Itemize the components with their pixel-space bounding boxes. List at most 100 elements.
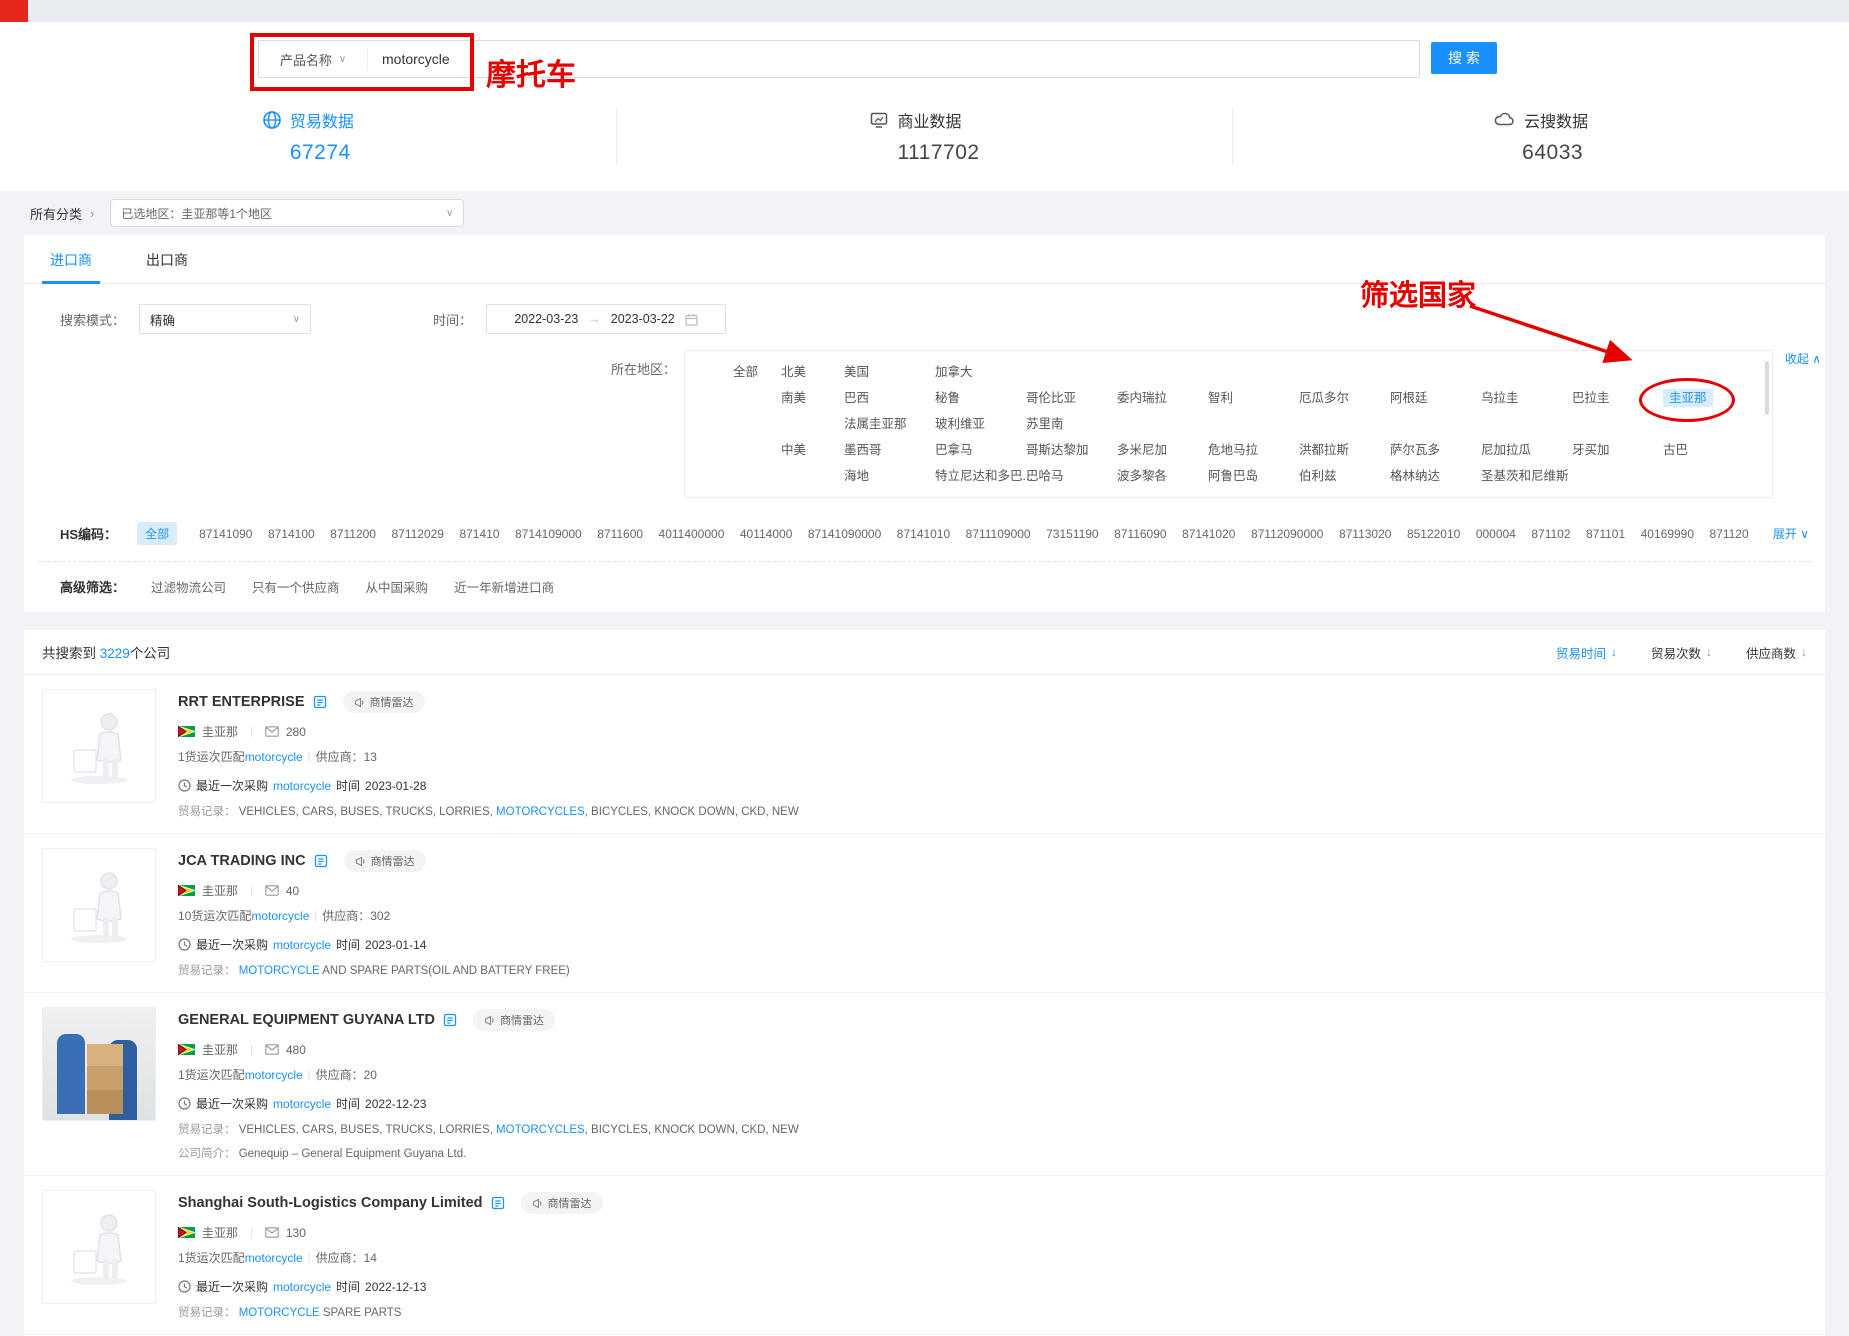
region-option[interactable]: 伯利兹: [1299, 463, 1390, 489]
hs-code-option[interactable]: 87141090000: [808, 527, 881, 541]
last-purchase-keyword-link[interactable]: motorcycle: [273, 1280, 331, 1294]
business-radar-badge[interactable]: 商情雷达: [344, 850, 426, 872]
hs-code-option[interactable]: 87113020: [1339, 527, 1392, 541]
company-detail-icon[interactable]: [443, 1013, 457, 1027]
hs-code-option[interactable]: 85122010: [1407, 527, 1460, 541]
region-option[interactable]: 多米尼加: [1117, 437, 1208, 463]
region-option[interactable]: 圭亚那: [1663, 385, 1754, 411]
company-detail-icon[interactable]: [491, 1196, 505, 1210]
hs-code-option[interactable]: 87116090: [1114, 527, 1167, 541]
match-keyword-link[interactable]: motorcycle: [245, 750, 303, 764]
hs-code-option[interactable]: 871102: [1531, 527, 1570, 541]
expand-link[interactable]: 展开 ∨: [1773, 525, 1809, 542]
selected-region-dropdown[interactable]: 已选地区：圭亚那等1个地区 ∨: [110, 199, 464, 227]
region-option[interactable]: 玻利维亚: [935, 411, 1026, 437]
region-option[interactable]: 中美: [781, 437, 844, 463]
hs-code-option[interactable]: 8711200: [330, 527, 376, 541]
hs-code-option[interactable]: 8711109000: [966, 527, 1031, 541]
hs-code-option[interactable]: 87112029: [391, 527, 444, 541]
trade-records-highlight[interactable]: MOTORCYCLES: [496, 1124, 585, 1136]
date-from[interactable]: 2022-03-23: [514, 312, 578, 326]
last-purchase-keyword-link[interactable]: motorcycle: [273, 1097, 331, 1111]
hs-code-option[interactable]: 000004: [1476, 527, 1516, 541]
all-categories-link[interactable]: 所有分类: [30, 204, 82, 223]
company-name[interactable]: GENERAL EQUIPMENT GUYANA LTD: [178, 1012, 435, 1028]
hs-code-option[interactable]: 871410: [459, 527, 499, 541]
sort-option[interactable]: 供应商数 ↓: [1746, 643, 1807, 662]
region-option[interactable]: 苏里南: [1026, 411, 1117, 437]
hs-code-all-option[interactable]: 全部: [137, 522, 177, 545]
region-option[interactable]: 哥伦比亚: [1026, 385, 1117, 411]
hs-code-option[interactable]: 871101: [1586, 527, 1625, 541]
region-option[interactable]: 秘鲁: [935, 385, 1026, 411]
company-card[interactable]: Shanghai South-Logistics Company Limited…: [24, 1176, 1825, 1335]
stat-trade-data[interactable]: 贸易数据 67274: [0, 108, 617, 165]
region-option[interactable]: 阿鲁巴岛: [1208, 463, 1299, 489]
sort-option[interactable]: 贸易时间 ↓: [1556, 643, 1617, 662]
company-name[interactable]: RRT ENTERPRISE: [178, 694, 305, 710]
region-option[interactable]: 墨西哥: [844, 437, 935, 463]
company-card[interactable]: JCA TRADING INC 商情雷达: [24, 834, 1825, 993]
tab-importers[interactable]: 进口商: [38, 235, 104, 283]
company-name[interactable]: Shanghai South-Logistics Company Limited: [178, 1195, 483, 1211]
advanced-filter-option[interactable]: 从中国采购: [366, 577, 429, 596]
search-field-dropdown[interactable]: 产品名称 ∨: [259, 48, 368, 70]
hs-code-option[interactable]: 8714109000: [515, 527, 582, 541]
hs-code-option[interactable]: 40114000: [740, 527, 793, 541]
tab-exporters[interactable]: 出口商: [134, 235, 200, 283]
company-detail-icon[interactable]: [313, 695, 327, 709]
region-option[interactable]: 美国: [844, 359, 935, 385]
region-option[interactable]: 格林纳达: [1390, 463, 1481, 489]
trade-records-highlight[interactable]: MOTORCYCLES: [496, 806, 585, 818]
region-option[interactable]: 波多黎各: [1117, 463, 1208, 489]
region-option[interactable]: 巴拉圭: [1572, 385, 1663, 411]
region-option[interactable]: 哥斯达黎加: [1026, 437, 1117, 463]
match-keyword-link[interactable]: motorcycle: [245, 1251, 303, 1265]
region-option[interactable]: 古巴: [1663, 437, 1754, 463]
trade-records-highlight[interactable]: MOTORCYCLE: [239, 1307, 320, 1319]
region-option[interactable]: 洪都拉斯: [1299, 437, 1390, 463]
hs-code-option[interactable]: 73151190: [1046, 527, 1099, 541]
hs-code-option[interactable]: 87112090000: [1251, 527, 1324, 541]
hs-code-option[interactable]: 8714100: [268, 527, 315, 541]
region-option[interactable]: 法属圭亚那: [844, 411, 935, 437]
business-radar-badge[interactable]: 商情雷达: [343, 691, 425, 713]
advanced-filter-option[interactable]: 过滤物流公司: [151, 577, 226, 596]
region-option[interactable]: 阿根廷: [1390, 385, 1481, 411]
region-option[interactable]: 巴哈马: [1026, 463, 1117, 489]
advanced-filter-option[interactable]: 只有一个供应商: [252, 577, 340, 596]
region-option[interactable]: 特立尼达和多巴...: [935, 463, 1026, 489]
advanced-filter-option[interactable]: 近一年新增进口商: [454, 577, 554, 596]
last-purchase-keyword-link[interactable]: motorcycle: [273, 938, 331, 952]
region-option[interactable]: 智利: [1208, 385, 1299, 411]
region-option[interactable]: 巴拿马: [935, 437, 1026, 463]
region-option[interactable]: 海地: [844, 463, 935, 489]
region-option[interactable]: 南美: [781, 385, 844, 411]
region-option[interactable]: 萨尔瓦多: [1390, 437, 1481, 463]
region-option[interactable]: 牙买加: [1572, 437, 1663, 463]
hs-code-option[interactable]: 40169990: [1641, 527, 1694, 541]
stat-cloud-search-data[interactable]: 云搜数据 64033: [1233, 108, 1849, 165]
business-radar-badge[interactable]: 商情雷达: [473, 1009, 555, 1031]
region-option[interactable]: 北美: [781, 359, 844, 385]
search-mode-select[interactable]: 精确 ∨: [139, 304, 311, 334]
region-option[interactable]: 乌拉圭: [1481, 385, 1572, 411]
last-purchase-keyword-link[interactable]: motorcycle: [273, 779, 331, 793]
match-keyword-link[interactable]: motorcycle: [251, 909, 309, 923]
collapse-link[interactable]: 收起 ∧: [1785, 350, 1821, 367]
region-option[interactable]: 尼加拉瓜: [1481, 437, 1572, 463]
hs-code-option[interactable]: 87141090: [199, 527, 252, 541]
hs-code-option[interactable]: 4011400000: [659, 527, 725, 541]
hs-code-option[interactable]: 871120: [1710, 527, 1749, 541]
date-to[interactable]: 2023-03-22: [611, 312, 675, 326]
company-name[interactable]: JCA TRADING INC: [178, 853, 306, 869]
hs-code-option[interactable]: 87141010: [897, 527, 950, 541]
trade-records-highlight[interactable]: MOTORCYCLE: [239, 965, 320, 977]
region-option[interactable]: 圣基茨和尼维斯: [1481, 463, 1572, 489]
company-detail-icon[interactable]: [314, 854, 328, 868]
date-range-picker[interactable]: 2022-03-23 → 2023-03-22: [486, 304, 726, 334]
company-card[interactable]: RRT ENTERPRISE 商情雷达: [24, 675, 1825, 834]
sort-option[interactable]: 贸易次数 ↓: [1651, 643, 1712, 662]
hs-code-option[interactable]: 8711600: [597, 527, 643, 541]
hs-code-option[interactable]: 87141020: [1182, 527, 1235, 541]
